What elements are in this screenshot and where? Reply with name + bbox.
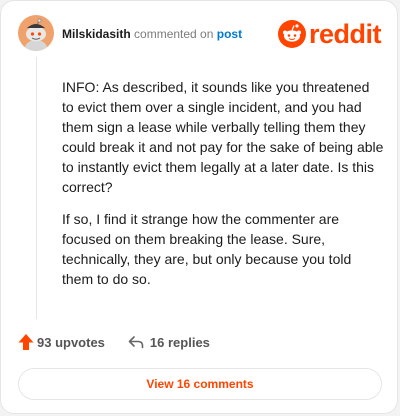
post-link[interactable]: post <box>217 27 242 41</box>
reddit-wordmark: reddit <box>309 19 382 49</box>
reply-arrow-icon <box>128 336 144 349</box>
comment-paragraph: INFO: As described, it sounds like you t… <box>62 79 384 195</box>
upvote-arrow-icon <box>18 334 34 350</box>
commented-on-text: commented on <box>134 27 214 41</box>
upvote-count: 93 upvotes <box>37 334 105 350</box>
comment-body: INFO: As described, it sounds like you t… <box>62 77 384 301</box>
replies-button[interactable]: 16 replies <box>128 335 210 350</box>
comment-paragraph: If so, I find it strange how the comment… <box>62 211 352 287</box>
reddit-snoo-icon <box>278 20 306 48</box>
comment-header: Milskidasith commented on post <box>62 26 242 42</box>
username-link[interactable]: Milskidasith <box>62 27 131 41</box>
replies-count: 16 replies <box>149 334 210 350</box>
upvote-button[interactable]: 93 upvotes <box>18 333 105 351</box>
comment-actions: 93 upvotes 16 replies <box>18 333 210 351</box>
comment-card: Milskidasith commented on post reddit IN… <box>0 0 398 414</box>
snoo-avatar-icon[interactable] <box>18 15 54 51</box>
thread-line[interactable] <box>36 57 37 319</box>
view-comments-button[interactable]: View 16 comments <box>18 368 382 400</box>
reddit-logo[interactable]: reddit <box>278 19 382 49</box>
